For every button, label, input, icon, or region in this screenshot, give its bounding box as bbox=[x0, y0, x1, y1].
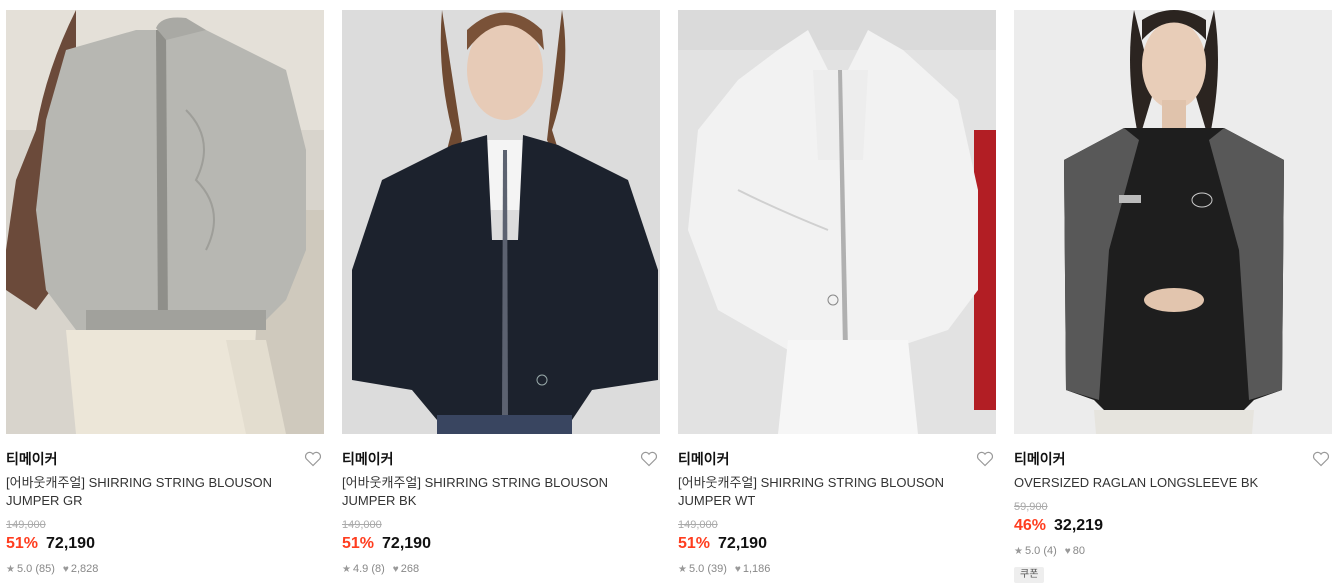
product-name[interactable]: [어바웃캐주얼] SHIRRING STRING BLOUSON JUMPER … bbox=[678, 474, 968, 510]
review-count: (8) bbox=[371, 563, 385, 575]
heart-filled-icon: ♥ bbox=[1064, 546, 1071, 557]
price-row: 46% 32,219 bbox=[1014, 516, 1332, 538]
rating: ★ 5.0 (85) bbox=[6, 562, 55, 577]
rating: ★ 4.9 (8) bbox=[342, 562, 385, 577]
price-row: 51% 72,190 bbox=[342, 534, 660, 556]
rating-value: 4.9 bbox=[352, 563, 369, 575]
rating-value: 5.0 bbox=[688, 563, 705, 575]
brand-name[interactable]: 티메이커 bbox=[678, 450, 996, 468]
like-count: 1,186 bbox=[742, 563, 771, 575]
likes: ♥ 1,186 bbox=[735, 562, 770, 577]
product-info: 티메이커 [어바웃캐주얼] SHIRRING STRING BLOUSON JU… bbox=[6, 434, 324, 577]
rating-value: 5.0 bbox=[16, 563, 33, 575]
product-grid: 티메이커 [어바웃캐주얼] SHIRRING STRING BLOUSON JU… bbox=[6, 10, 1332, 583]
brand-name[interactable]: 티메이커 bbox=[6, 450, 324, 468]
like-count: 2,828 bbox=[70, 563, 99, 575]
likes: ♥ 2,828 bbox=[63, 562, 98, 577]
heart-icon[interactable] bbox=[1312, 451, 1330, 467]
like-count: 268 bbox=[400, 563, 420, 575]
star-icon: ★ bbox=[678, 564, 687, 575]
product-meta: ★ 5.0 (4) ♥ 80 bbox=[1014, 544, 1332, 559]
heart-filled-icon: ♥ bbox=[392, 564, 399, 575]
discount-rate: 51% bbox=[6, 535, 39, 552]
brand-name[interactable]: 티메이커 bbox=[342, 450, 660, 468]
coupon-badge: 쿠폰 bbox=[1014, 567, 1045, 583]
rating: ★ 5.0 (39) bbox=[678, 562, 727, 577]
heart-icon[interactable] bbox=[640, 451, 658, 467]
original-price: 149,000 bbox=[678, 519, 718, 531]
product-card[interactable]: 티메이커 [어바웃캐주얼] SHIRRING STRING BLOUSON JU… bbox=[678, 10, 996, 583]
product-info: 티메이커 [어바웃캐주얼] SHIRRING STRING BLOUSON JU… bbox=[678, 434, 996, 577]
review-count: (39) bbox=[707, 563, 727, 575]
like-count: 80 bbox=[1072, 545, 1085, 557]
product-meta: ★ 4.9 (8) ♥ 268 bbox=[342, 562, 660, 577]
rating-value: 5.0 bbox=[1024, 545, 1041, 557]
product-name[interactable]: [어바웃캐주얼] SHIRRING STRING BLOUSON JUMPER … bbox=[342, 474, 632, 510]
original-price: 149,000 bbox=[6, 519, 46, 531]
likes: ♥ 80 bbox=[1065, 544, 1085, 559]
original-price: 59,900 bbox=[1014, 501, 1048, 513]
discount-rate: 51% bbox=[342, 535, 375, 552]
price-row: 51% 72,190 bbox=[678, 534, 996, 556]
heart-filled-icon: ♥ bbox=[734, 564, 741, 575]
sale-price: 72,190 bbox=[718, 535, 767, 552]
rating: ★ 5.0 (4) bbox=[1014, 544, 1057, 559]
sale-price: 72,190 bbox=[46, 535, 95, 552]
product-name[interactable]: OVERSIZED RAGLAN LONGSLEEVE BK bbox=[1014, 474, 1304, 492]
product-image-white-jacket[interactable] bbox=[678, 10, 996, 434]
product-meta: ★ 5.0 (85) ♥ 2,828 bbox=[6, 562, 324, 577]
brand-name[interactable]: 티메이커 bbox=[1014, 450, 1332, 468]
discount-rate: 51% bbox=[678, 535, 711, 552]
star-icon: ★ bbox=[342, 564, 351, 575]
product-image-black-jacket[interactable] bbox=[342, 10, 660, 434]
sale-price: 72,190 bbox=[382, 535, 431, 552]
star-icon: ★ bbox=[6, 564, 15, 575]
review-count: (4) bbox=[1043, 545, 1057, 557]
review-count: (85) bbox=[35, 563, 55, 575]
product-info: 티메이커 OVERSIZED RAGLAN LONGSLEEVE BK 59,9… bbox=[1014, 434, 1332, 583]
original-price: 149,000 bbox=[342, 519, 382, 531]
product-card[interactable]: 티메이커 [어바웃캐주얼] SHIRRING STRING BLOUSON JU… bbox=[6, 10, 324, 583]
product-card[interactable]: 티메이커 OVERSIZED RAGLAN LONGSLEEVE BK 59,9… bbox=[1014, 10, 1332, 583]
product-card[interactable]: 티메이커 [어바웃캐주얼] SHIRRING STRING BLOUSON JU… bbox=[342, 10, 660, 583]
product-name[interactable]: [어바웃캐주얼] SHIRRING STRING BLOUSON JUMPER … bbox=[6, 474, 296, 510]
likes: ♥ 268 bbox=[393, 562, 419, 577]
heart-filled-icon: ♥ bbox=[62, 564, 69, 575]
discount-rate: 46% bbox=[1014, 517, 1047, 534]
product-image-gray-jacket[interactable] bbox=[6, 10, 324, 434]
heart-icon[interactable] bbox=[976, 451, 994, 467]
product-info: 티메이커 [어바웃캐주얼] SHIRRING STRING BLOUSON JU… bbox=[342, 434, 660, 577]
product-image-black-longsleeve[interactable] bbox=[1014, 10, 1332, 434]
star-icon: ★ bbox=[1014, 546, 1023, 557]
price-row: 51% 72,190 bbox=[6, 534, 324, 556]
heart-icon[interactable] bbox=[304, 451, 322, 467]
sale-price: 32,219 bbox=[1054, 517, 1103, 534]
product-meta: ★ 5.0 (39) ♥ 1,186 bbox=[678, 562, 996, 577]
